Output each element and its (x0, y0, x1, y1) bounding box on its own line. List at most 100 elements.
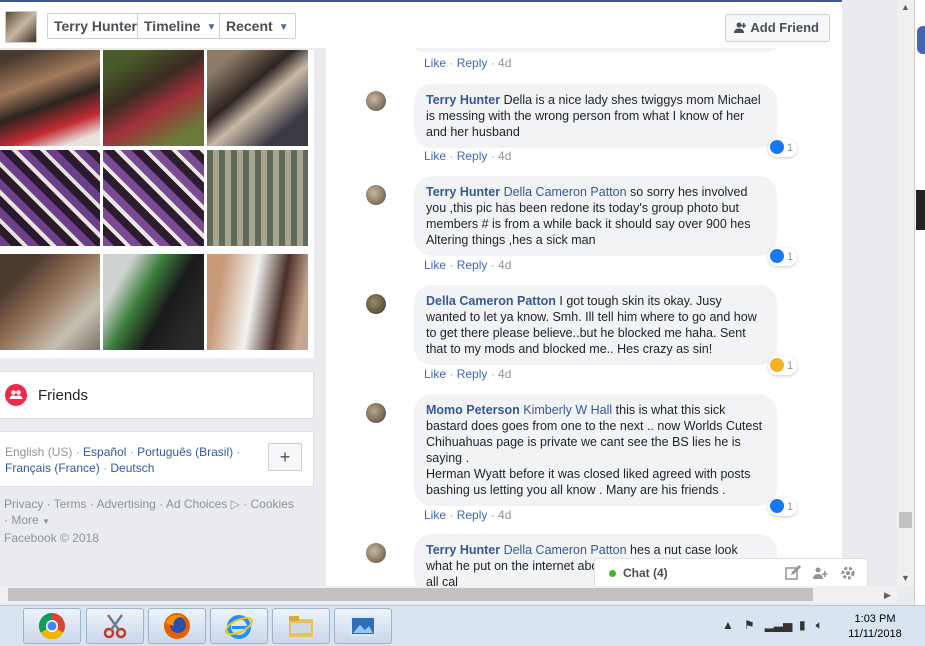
chat-label: Chat (4) (623, 566, 668, 580)
commenter-avatar[interactable] (366, 403, 386, 423)
taskbar-internet-explorer[interactable] (210, 608, 268, 644)
reply-link[interactable]: Reply (457, 258, 488, 272)
recent-dropdown[interactable]: Recent ▼ (219, 13, 296, 39)
like-link[interactable]: Like (424, 367, 446, 381)
like-reaction-icon (770, 249, 784, 263)
comment-bubble: Terry Hunter Della Cameron Patton so sor… (414, 176, 777, 256)
comment-author[interactable]: Terry Hunter (426, 93, 500, 107)
comment-author[interactable]: Terry Hunter (426, 185, 500, 199)
photo-thumbnail[interactable] (207, 150, 308, 246)
language-link[interactable]: Français (France) (5, 461, 100, 475)
footer-links: Privacy · Terms · Advertising · Ad Choic… (4, 496, 309, 546)
show-hidden-icons[interactable]: ▲ (722, 618, 734, 632)
image-fragment (916, 190, 925, 230)
language-current: English (US) (5, 445, 73, 459)
footer-link[interactable]: Ad Choices (166, 497, 227, 511)
new-group-icon[interactable] (812, 565, 828, 581)
taskbar-photo-viewer[interactable] (334, 608, 392, 644)
photo-thumbnail[interactable] (207, 254, 308, 350)
comment-actions: Like · Reply · 4d (424, 56, 512, 70)
footer-link[interactable]: Advertising (96, 497, 155, 511)
reaction-badge[interactable]: 1 (768, 139, 798, 157)
language-section: English (US) · Español · Português (Bras… (0, 431, 314, 487)
chat-bar[interactable]: Chat (4) (594, 558, 868, 588)
reply-link[interactable]: Reply (457, 367, 488, 381)
scissors-icon (103, 614, 127, 639)
scroll-down-icon[interactable]: ▼ (901, 573, 910, 583)
reaction-count: 1 (787, 501, 794, 513)
taskbar-clock[interactable]: 1:03 PM 11/11/2018 (843, 612, 907, 642)
language-link[interactable]: Deutsch (110, 461, 154, 475)
photo-thumbnail[interactable] (0, 50, 100, 146)
system-tray: ▲ ⚑ ▂▃▅ ▮ 🔈︎ (722, 618, 823, 633)
windows-taskbar: ▲ ⚑ ▂▃▅ ▮ 🔈︎ 1:03 PM 11/11/2018 (0, 605, 925, 646)
photo-thumbnail[interactable] (207, 50, 308, 146)
reply-link[interactable]: Reply (457, 149, 488, 163)
firefox-icon (164, 613, 190, 639)
like-link[interactable]: Like (424, 508, 446, 522)
reply-link[interactable]: Reply (457, 508, 488, 522)
vertical-scrollbar[interactable]: ▲ ▼ (897, 0, 914, 586)
comment-bubble: Della Cameron Patton I got tough skin it… (414, 285, 777, 365)
like-link[interactable]: Like (424, 56, 446, 70)
scroll-up-icon[interactable]: ▲ (901, 2, 910, 12)
reaction-badge[interactable]: 1 (768, 248, 798, 266)
commenter-avatar[interactable] (366, 294, 386, 314)
adjacent-window-edge (914, 0, 925, 605)
language-link[interactable]: Português (Brasil) (137, 445, 233, 459)
photo-thumbnail[interactable] (103, 254, 204, 350)
compose-icon[interactable] (785, 565, 801, 581)
friends-icon (5, 384, 27, 406)
comment-author[interactable]: Della Cameron Patton (426, 294, 556, 308)
gear-icon[interactable] (840, 565, 856, 581)
flag-icon[interactable]: ⚑ (744, 618, 755, 632)
horizontal-scrollbar[interactable]: ▶ (0, 586, 897, 603)
scroll-thumb[interactable] (899, 512, 912, 528)
taskbar-chrome[interactable] (23, 608, 81, 644)
comment-actions: Like · Reply · 4d (424, 508, 512, 522)
photo-thumbnail[interactable] (0, 254, 100, 350)
comment-tag[interactable]: Della Cameron Patton (504, 543, 627, 557)
add-friend-button[interactable]: Add Friend (725, 14, 830, 42)
ad-choices-icon: ▷ (230, 497, 240, 511)
network-icon[interactable]: ▂▃▅ (765, 618, 793, 632)
taskbar-snipping-tool[interactable] (86, 608, 144, 644)
comment-author[interactable]: Terry Hunter (426, 543, 500, 557)
clock-date: 11/11/2018 (848, 628, 902, 640)
battery-icon[interactable]: ▮ (799, 618, 806, 632)
taskbar-file-explorer[interactable] (272, 608, 330, 644)
language-link[interactable]: Español (83, 445, 126, 459)
reaction-badge[interactable]: 1 (768, 357, 798, 375)
like-link[interactable]: Like (424, 258, 446, 272)
scroll-right-icon[interactable]: ▶ (884, 590, 891, 601)
footer-link[interactable]: Terms (54, 497, 87, 511)
comment-bubble (414, 48, 777, 52)
add-language-button[interactable]: + (268, 443, 302, 471)
online-status-icon (609, 570, 616, 577)
comment-tag[interactable]: Kimberly W Hall (523, 403, 612, 417)
commenter-avatar[interactable] (366, 543, 386, 563)
add-friend-label: Add Friend (750, 20, 819, 35)
photo-thumbnail[interactable] (0, 150, 100, 246)
photo-thumbnail[interactable] (103, 50, 204, 146)
footer-link[interactable]: Cookies (251, 497, 294, 511)
profile-avatar[interactable] (5, 11, 37, 43)
comment-author[interactable]: Momo Peterson (426, 403, 520, 417)
footer-link[interactable]: Privacy (4, 497, 43, 511)
comment-tag[interactable]: Della Cameron Patton (504, 185, 627, 199)
reply-link[interactable]: Reply (457, 56, 488, 70)
language-list: English (US) · Español · Português (Bras… (5, 445, 241, 475)
profile-name-button[interactable]: Terry Hunter (47, 13, 144, 39)
reaction-badge[interactable]: 1 (768, 498, 798, 516)
copyright: Facebook © 2018 (4, 531, 99, 545)
footer-more-link[interactable]: More (11, 513, 38, 527)
commenter-avatar[interactable] (366, 185, 386, 205)
scroll-thumb[interactable] (8, 588, 813, 601)
volume-icon[interactable]: 🔈︎ (816, 618, 823, 632)
like-link[interactable]: Like (424, 149, 446, 163)
timeline-dropdown[interactable]: Timeline ▼ (137, 13, 224, 39)
friends-section[interactable]: Friends (0, 371, 314, 419)
taskbar-firefox[interactable] (148, 608, 206, 644)
photo-thumbnail[interactable] (103, 150, 204, 246)
commenter-avatar[interactable] (366, 91, 386, 111)
